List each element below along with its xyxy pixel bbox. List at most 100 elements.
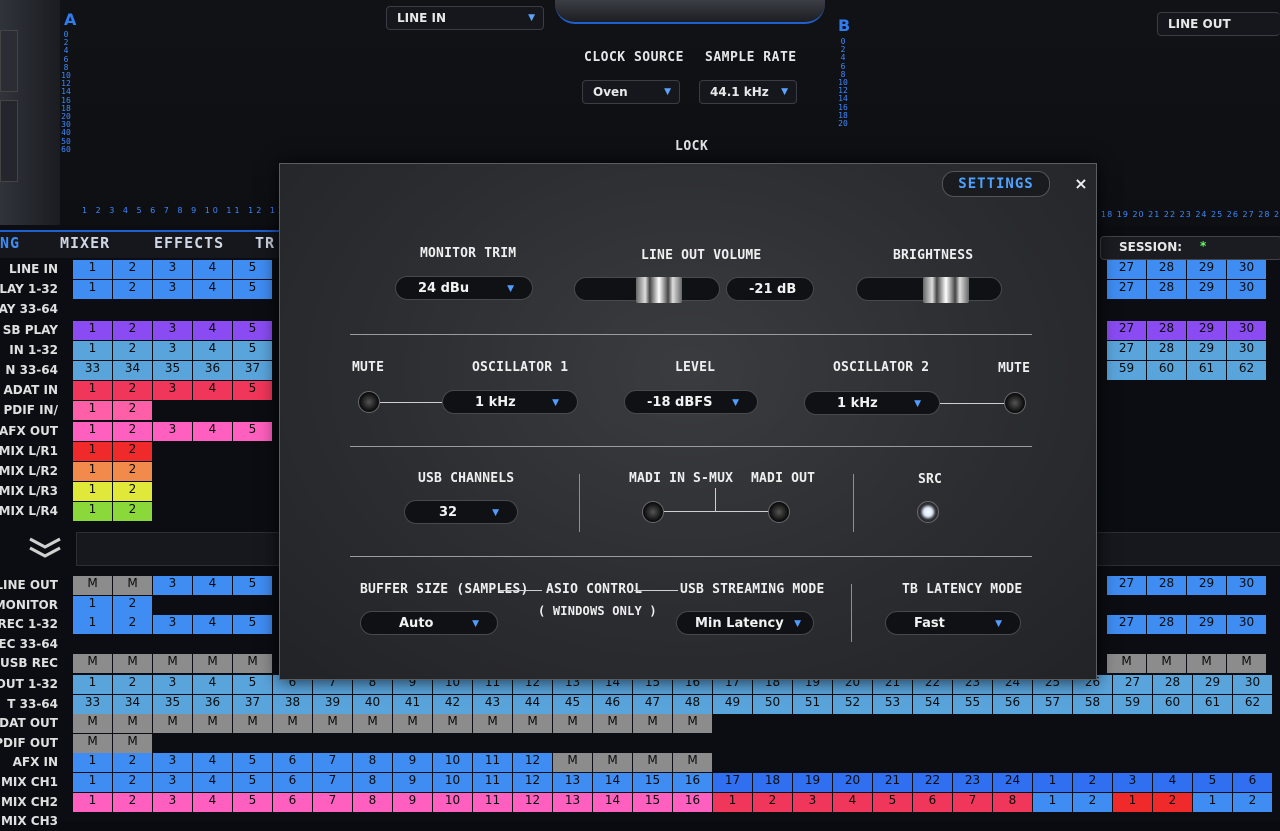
routing-cell[interactable]: 10 [433, 773, 472, 792]
buffer-size-select[interactable]: Auto ▼ [360, 611, 498, 635]
routing-cell[interactable]: 44 [513, 694, 552, 714]
routing-cell[interactable]: 1 [73, 421, 112, 441]
routing-cell[interactable]: 27 [1107, 576, 1146, 595]
routing-cell[interactable]: 27 [1107, 320, 1146, 340]
routing-cell[interactable]: 20 [833, 773, 872, 792]
routing-cell[interactable]: 34 [113, 694, 152, 714]
routing-cell[interactable]: M [1107, 654, 1146, 674]
routing-cell[interactable]: 5 [233, 340, 272, 360]
routing-cell[interactable]: 35 [153, 694, 192, 714]
routing-cell[interactable]: 34 [113, 361, 152, 380]
routing-cell[interactable]: 28 [1147, 615, 1186, 635]
close-icon[interactable]: × [1070, 173, 1092, 195]
routing-cell[interactable]: 1 [73, 482, 112, 502]
routing-cell[interactable]: 60 [1153, 694, 1192, 714]
routing-cell[interactable]: 61 [1193, 694, 1232, 714]
routing-cell[interactable]: 56 [993, 694, 1032, 714]
routing-cell[interactable]: M [233, 714, 272, 734]
side-button[interactable] [0, 100, 18, 182]
tb-latency-select[interactable]: Fast ▼ [885, 611, 1021, 635]
routing-cell[interactable]: M [353, 714, 392, 734]
routing-cell[interactable]: M [633, 753, 672, 773]
routing-cell[interactable]: M [1227, 654, 1266, 674]
routing-cell[interactable]: 33 [73, 694, 112, 714]
routing-cell[interactable]: M [73, 576, 112, 595]
routing-cell[interactable]: 30 [1227, 280, 1266, 300]
routing-cell[interactable]: 2 [113, 401, 152, 421]
routing-cell[interactable]: 29 [1187, 615, 1226, 635]
routing-cell[interactable]: 59 [1113, 694, 1152, 714]
routing-cell[interactable]: 6 [273, 773, 312, 792]
routing-cell[interactable]: 51 [793, 694, 832, 714]
routing-cell[interactable]: 24 [993, 773, 1032, 792]
routing-cell[interactable]: 14 [593, 773, 632, 792]
routing-cell[interactable]: 2 [113, 773, 152, 792]
routing-cell[interactable]: 3 [153, 381, 192, 401]
routing-cell[interactable]: 14 [593, 792, 632, 812]
routing-cell[interactable]: 4 [193, 280, 232, 300]
routing-cell[interactable]: 12 [513, 753, 552, 773]
routing-cell[interactable]: 19 [793, 773, 832, 792]
routing-cell[interactable]: 1 [713, 792, 752, 812]
routing-cell[interactable]: 1 [73, 502, 112, 522]
routing-cell[interactable]: 60 [1147, 361, 1186, 380]
routing-cell[interactable]: 5 [233, 753, 272, 773]
routing-cell[interactable]: 2 [113, 675, 152, 694]
tab-effects[interactable]: EFFECTS [154, 234, 224, 252]
routing-cell[interactable]: 1 [1113, 792, 1152, 812]
routing-cell[interactable]: 27 [1107, 280, 1146, 300]
routing-cell[interactable]: M [153, 714, 192, 734]
routing-cell[interactable]: 5 [1193, 773, 1232, 792]
routing-cell[interactable]: 1 [73, 462, 112, 481]
routing-cell[interactable]: 21 [873, 773, 912, 792]
routing-cell[interactable]: 7 [953, 792, 992, 812]
routing-cell[interactable]: 1 [73, 675, 112, 694]
routing-cell[interactable]: 29 [1193, 675, 1232, 694]
routing-cell[interactable]: 40 [353, 694, 392, 714]
routing-cell[interactable]: M [113, 733, 152, 753]
routing-cell[interactable]: M [73, 654, 112, 674]
sample-rate-select[interactable]: 44.1 kHz ▼ [699, 80, 797, 104]
oscillator2-select[interactable]: 1 kHz ▼ [804, 391, 940, 415]
routing-cell[interactable]: 5 [233, 421, 272, 441]
routing-cell[interactable]: 2 [113, 462, 152, 481]
routing-cell[interactable]: 12 [513, 792, 552, 812]
routing-cell[interactable]: 28 [1147, 320, 1186, 340]
routing-cell[interactable]: 39 [313, 694, 352, 714]
tab-routing[interactable]: NG [0, 234, 20, 252]
routing-cell[interactable]: 2 [1073, 792, 1112, 812]
routing-cell[interactable]: 8 [353, 792, 392, 812]
routing-cell[interactable]: 62 [1233, 694, 1272, 714]
oscillator1-select[interactable]: 1 kHz ▼ [442, 390, 578, 414]
routing-cell[interactable]: 1 [1033, 773, 1072, 792]
routing-cell[interactable]: 1 [73, 595, 112, 615]
routing-cell[interactable]: M [633, 714, 672, 734]
routing-cell[interactable]: 1 [73, 441, 112, 461]
routing-cell[interactable]: 30 [1227, 615, 1266, 635]
routing-cell[interactable]: 5 [233, 260, 272, 279]
routing-cell[interactable]: 1 [73, 773, 112, 792]
routing-cell[interactable]: 2 [113, 381, 152, 401]
routing-cell[interactable]: 36 [193, 694, 232, 714]
line-out-volume-slider[interactable] [574, 277, 720, 303]
side-button[interactable] [0, 30, 18, 92]
routing-cell[interactable]: 2 [113, 502, 152, 522]
routing-cell[interactable]: M [673, 714, 712, 734]
routing-cell[interactable]: M [433, 714, 472, 734]
routing-cell[interactable]: 6 [273, 792, 312, 812]
mute-left-toggle[interactable] [358, 391, 380, 413]
routing-cell[interactable]: 2 [113, 441, 152, 461]
routing-cell[interactable]: 5 [233, 615, 272, 635]
tab-mixer[interactable]: MIXER [60, 234, 110, 252]
routing-cell[interactable]: 4 [193, 675, 232, 694]
routing-cell[interactable]: 52 [833, 694, 872, 714]
routing-cell[interactable]: M [1187, 654, 1226, 674]
routing-cell[interactable]: 57 [1033, 694, 1072, 714]
routing-cell[interactable]: 28 [1147, 576, 1186, 595]
routing-cell[interactable]: M [393, 714, 432, 734]
routing-cell[interactable]: 30 [1227, 340, 1266, 360]
routing-cell[interactable]: 15 [633, 773, 672, 792]
routing-cell[interactable]: 29 [1187, 260, 1226, 279]
routing-cell[interactable]: 12 [513, 773, 552, 792]
routing-cell[interactable]: M [1147, 654, 1186, 674]
